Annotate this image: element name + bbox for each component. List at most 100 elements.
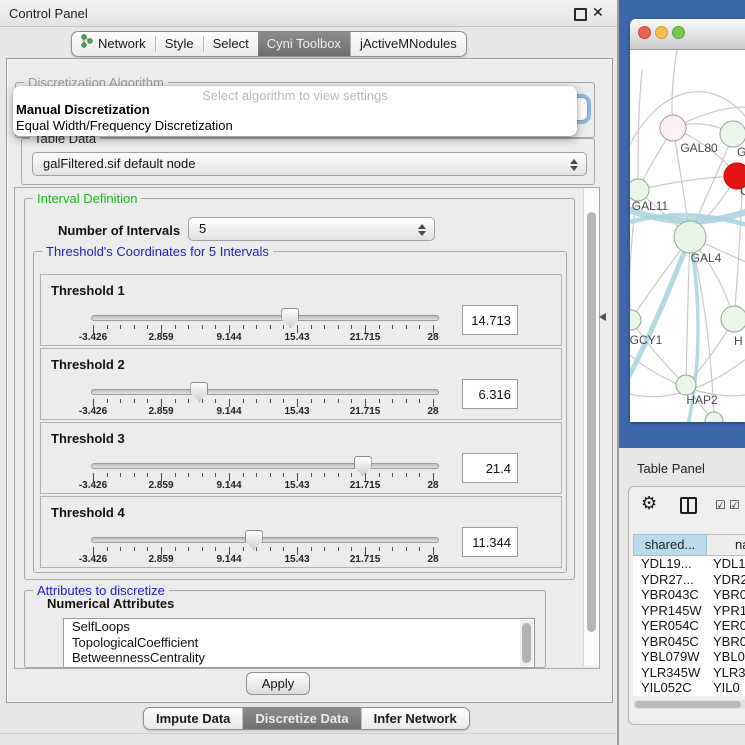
gear-icon[interactable]: ⚙: [641, 493, 657, 514]
tab-select[interactable]: Select: [204, 32, 258, 56]
cell-name[interactable]: YBL0: [707, 649, 745, 664]
node-table[interactable]: YDL19...YDL1YDR27...YDR2YBR043CYBR0YPR14…: [633, 556, 745, 696]
apply-button[interactable]: Apply: [246, 672, 310, 695]
threshold-value-field[interactable]: 21.4: [462, 453, 518, 483]
cell-name[interactable]: YPR1: [707, 603, 745, 618]
table-row[interactable]: YER054CYER0: [633, 618, 745, 634]
GAL11-node[interactable]: [630, 179, 649, 201]
minor-tick: [270, 325, 271, 329]
tick-label: 9.144: [204, 332, 254, 343]
settings-scrollbar-thumb[interactable]: [587, 212, 596, 632]
tab-impute-data[interactable]: Impute Data: [144, 708, 242, 729]
slider-track[interactable]: [91, 389, 439, 395]
minor-tick: [175, 399, 176, 403]
table-hscrollbar-thumb[interactable]: [635, 701, 741, 708]
settings-scrollbar[interactable]: [583, 188, 599, 666]
tab-discretize-data[interactable]: Discretize Data: [242, 708, 360, 729]
table-row[interactable]: YPR145WYPR1: [633, 603, 745, 619]
cell-shared-name[interactable]: YIL052C: [633, 680, 707, 695]
list-scrollbar-thumb[interactable]: [522, 623, 531, 663]
cell-name[interactable]: YBR0: [707, 587, 745, 602]
cell-shared-name[interactable]: YDL19...: [633, 556, 707, 571]
table-row[interactable]: YBL079WYBL0: [633, 649, 745, 665]
checkbox-icon[interactable]: ☑: [729, 498, 740, 512]
close-traffic-light-icon[interactable]: [638, 26, 651, 39]
threshold-value-field[interactable]: 11.344: [462, 527, 518, 557]
interval-definition-group: Interval Definition Number of Intervals …: [24, 198, 575, 580]
table-row[interactable]: YIL052CYIL0: [633, 680, 745, 696]
minor-tick: [134, 547, 135, 551]
threshold-panel: Threshold 3-3.4262.8599.14415.4321.71528…: [40, 422, 562, 494]
attribute-list-item[interactable]: SelfLoops: [64, 619, 534, 635]
list-scrollbar[interactable]: [520, 620, 533, 666]
table-row[interactable]: YDR27...YDR2: [633, 572, 745, 588]
node-top-right[interactable]: [720, 121, 745, 147]
minor-tick: [392, 473, 393, 477]
minor-tick: [188, 473, 189, 477]
cell-name[interactable]: YBR0: [707, 634, 745, 649]
slider-track[interactable]: [91, 315, 439, 321]
tick-label: 28: [408, 480, 458, 491]
cell-name[interactable]: YDL1: [707, 556, 745, 571]
slider-thumb[interactable]: [190, 382, 208, 402]
table-row[interactable]: YBR043CYBR0: [633, 587, 745, 603]
minor-tick: [338, 547, 339, 551]
network-edge[interactable]: [686, 237, 690, 385]
network-window-titlebar[interactable]: [630, 19, 745, 50]
network-edge[interactable]: [638, 70, 642, 190]
threshold-value-field[interactable]: 14.713: [462, 305, 518, 335]
GAL4-node[interactable]: [674, 221, 706, 253]
cell-shared-name[interactable]: YLR345W: [633, 665, 707, 680]
slider-track[interactable]: [91, 537, 439, 543]
float-window-icon[interactable]: [574, 8, 587, 21]
algorithm-option-equal-width[interactable]: Equal Width/Frequency Discretization: [16, 118, 233, 133]
table-hscrollbar[interactable]: [633, 700, 745, 709]
minor-tick: [147, 399, 148, 403]
columns-icon[interactable]: [680, 497, 697, 514]
slider-thumb[interactable]: [354, 456, 372, 476]
table-data-combo[interactable]: galFiltered.sif default node: [32, 152, 587, 176]
algorithm-option-manual[interactable]: Manual Discretization: [16, 102, 150, 117]
cell-shared-name[interactable]: YDR27...: [633, 572, 707, 587]
close-icon[interactable]: ✕: [592, 4, 604, 21]
slider-thumb[interactable]: [245, 530, 263, 550]
minimize-traffic-light-icon[interactable]: [655, 26, 668, 39]
attribute-list-item[interactable]: TopologicalCoefficient: [64, 635, 534, 651]
cell-shared-name[interactable]: YBR045C: [633, 634, 707, 649]
tab-infer-network[interactable]: Infer Network: [361, 708, 469, 729]
GCY1-node[interactable]: [630, 310, 641, 330]
network-edge[interactable]: [638, 176, 737, 190]
cell-shared-name[interactable]: YBL079W: [633, 649, 707, 664]
HAP2-node[interactable]: [676, 375, 696, 395]
number-of-intervals-combo[interactable]: 5: [188, 217, 435, 241]
minor-tick: [406, 547, 407, 551]
attribute-list-item[interactable]: BetweennessCentrality: [64, 650, 534, 666]
cell-name[interactable]: YLR3: [707, 665, 745, 680]
network-view-window[interactable]: GAL80GAL11GAL4GCY1HAP2HGC: [630, 19, 745, 422]
cell-shared-name[interactable]: YER054C: [633, 618, 707, 633]
tab-style[interactable]: Style: [156, 32, 203, 56]
tab-network[interactable]: Network: [72, 32, 155, 56]
H-node[interactable]: [721, 306, 745, 332]
GAL80-node[interactable]: [660, 115, 686, 141]
threshold-panel: Threshold 1-3.4262.8599.14415.4321.71528…: [40, 274, 562, 346]
network-canvas[interactable]: GAL80GAL11GAL4GCY1HAP2HGC: [630, 50, 745, 422]
slider-track[interactable]: [91, 463, 439, 469]
table-row[interactable]: YBR045CYBR0: [633, 634, 745, 650]
cell-name[interactable]: YIL0: [707, 680, 740, 695]
checkbox-icon[interactable]: ☑: [715, 498, 726, 512]
cell-name[interactable]: YER0: [707, 618, 745, 633]
table-row[interactable]: YDL19...YDL1: [633, 556, 745, 572]
column-header-shared-name[interactable]: shared...: [633, 534, 707, 556]
cell-shared-name[interactable]: YBR043C: [633, 587, 707, 602]
cell-shared-name[interactable]: YPR145W: [633, 603, 707, 618]
tab-jactivemnodules[interactable]: jActiveMNodules: [350, 32, 466, 56]
numerical-attributes-list[interactable]: SelfLoopsTopologicalCoefficientBetweenne…: [63, 618, 535, 668]
column-header-name[interactable]: na: [707, 534, 745, 556]
tab-cyni-toolbox[interactable]: Cyni Toolbox: [258, 32, 350, 56]
table-row[interactable]: YLR345WYLR3: [633, 665, 745, 681]
zoom-traffic-light-icon[interactable]: [672, 26, 685, 39]
minor-tick: [419, 547, 420, 551]
cell-name[interactable]: YDR2: [707, 572, 745, 587]
threshold-value-field[interactable]: 6.316: [462, 379, 518, 409]
